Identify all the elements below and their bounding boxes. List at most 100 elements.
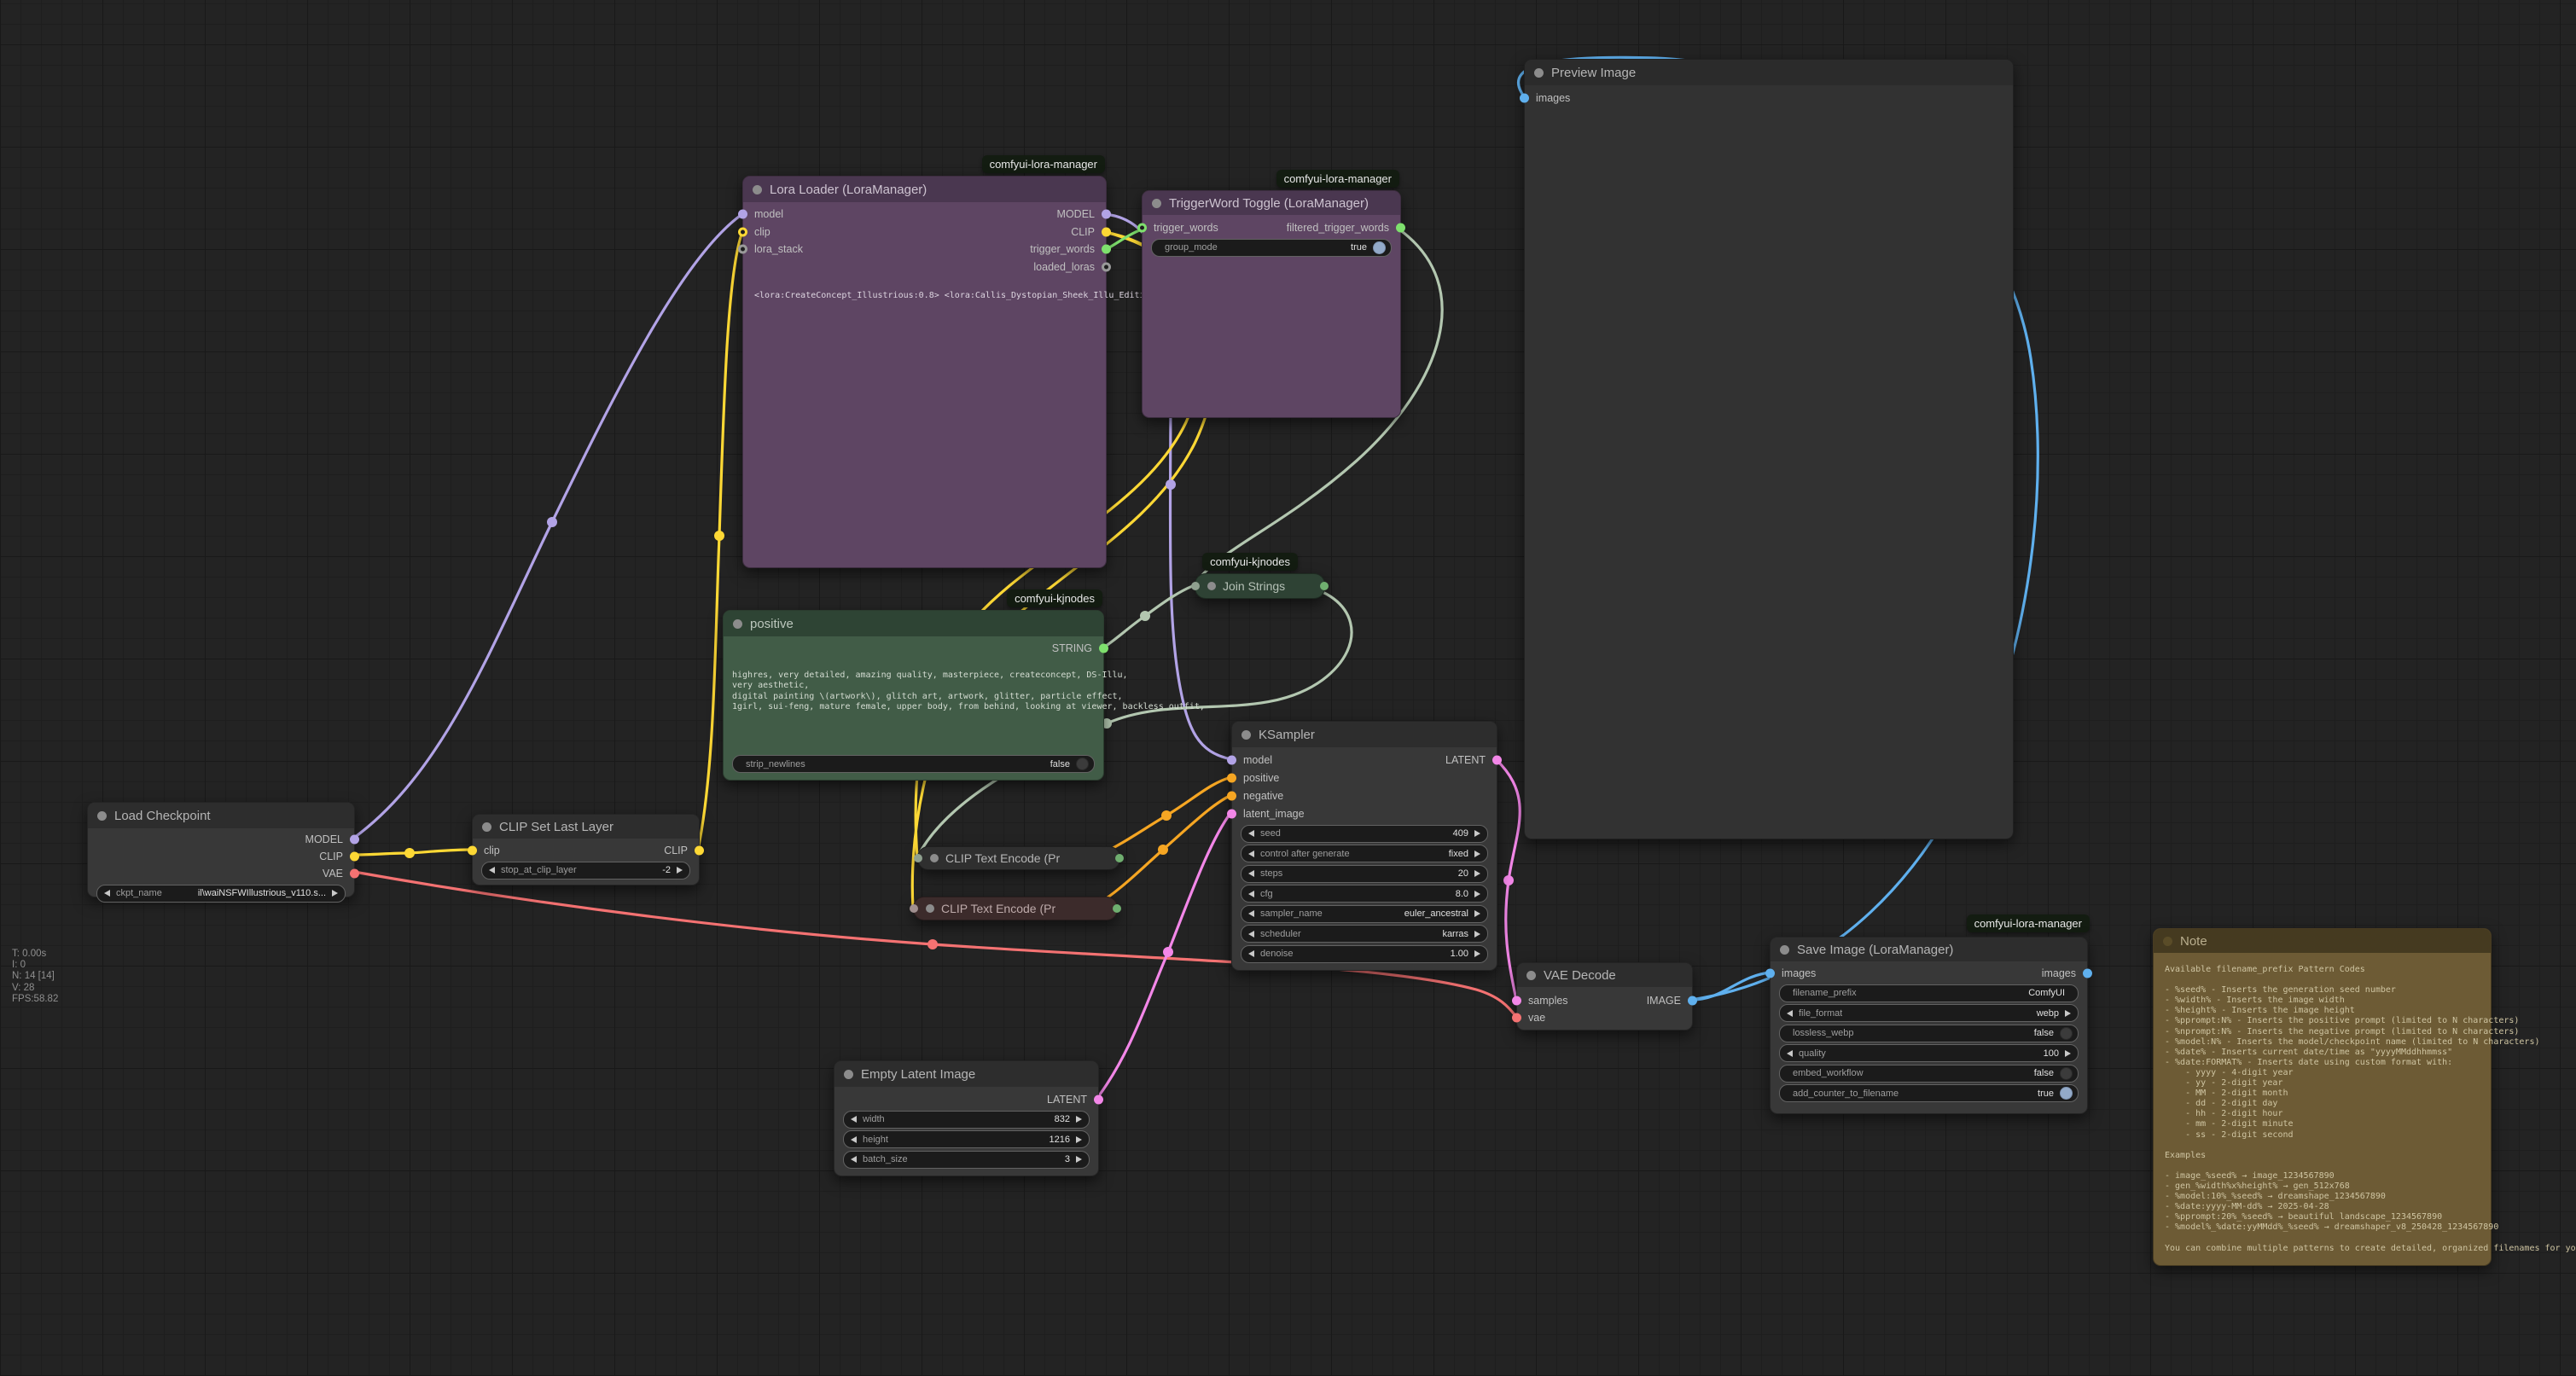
increment-arrow-icon[interactable] (1076, 1156, 1082, 1163)
node-collapse-dot[interactable] (482, 822, 491, 832)
clip-input-port[interactable] (468, 845, 477, 855)
node-collapse-dot[interactable] (1526, 971, 1536, 980)
loaded-loras-output-port[interactable] (1102, 262, 1111, 271)
vae-output-port[interactable] (350, 869, 359, 879)
image-output-port[interactable] (1688, 996, 1697, 1006)
increment-arrow-icon[interactable] (1076, 1116, 1082, 1123)
increment-arrow-icon[interactable] (677, 867, 683, 874)
prompt-text[interactable]: highres, very detailed, amazing quality,… (732, 671, 1205, 713)
strip-newlines-toggle[interactable]: strip_newlines false (732, 755, 1095, 773)
node-collapse-dot[interactable] (97, 811, 107, 821)
node-collapse-dot[interactable] (733, 619, 742, 629)
node-header[interactable]: Preview Image (1525, 60, 2013, 85)
batch-size-widget[interactable]: batch_size3 (843, 1151, 1090, 1169)
increment-arrow-icon[interactable] (1076, 1136, 1082, 1143)
node-triggerword-toggle[interactable]: TriggerWord Toggle (LoraManager) trigger… (1142, 190, 1401, 418)
decrement-arrow-icon[interactable] (1787, 1010, 1793, 1017)
filename-prefix-widget[interactable]: filename_prefixComfyUI (1779, 984, 2079, 1002)
node-preview-image[interactable]: Preview Image images (1524, 59, 2014, 839)
node-header[interactable]: Lora Loader (LoraManager) (743, 177, 1106, 202)
width-widget[interactable]: width832 (843, 1111, 1090, 1129)
node-lora-loader[interactable]: Lora Loader (LoraManager) model clip lor… (742, 176, 1107, 568)
node-collapse-dot[interactable] (1241, 730, 1251, 740)
node-collapse-dot[interactable] (2163, 937, 2172, 946)
latent-output-port[interactable] (1094, 1094, 1103, 1104)
increment-arrow-icon[interactable] (2065, 1010, 2071, 1017)
decrement-arrow-icon[interactable] (1248, 931, 1254, 938)
seed-widget[interactable]: seed409 (1241, 825, 1488, 843)
node-ksampler[interactable]: KSampler model LATENT positive negative … (1231, 721, 1497, 971)
node-collapse-dot[interactable] (1534, 68, 1544, 78)
increment-arrow-icon[interactable] (1474, 891, 1480, 897)
toggle-dot-icon[interactable] (2060, 1027, 2073, 1040)
node-save-image[interactable]: Save Image (LoraManager) images images f… (1770, 937, 2088, 1114)
increment-arrow-icon[interactable] (1474, 910, 1480, 917)
node-positive-prompt[interactable]: positive STRING highres, very detailed, … (723, 610, 1104, 781)
model-output-port[interactable] (1102, 210, 1111, 219)
images-input-port[interactable] (1765, 969, 1775, 978)
node-collapse-dot[interactable] (1152, 199, 1161, 208)
latent-image-input-port[interactable] (1227, 809, 1236, 818)
trigger-words-input-port[interactable] (1137, 223, 1147, 232)
add-counter-toggle[interactable]: add_counter_to_filenametrue (1779, 1084, 2079, 1102)
join-output-port[interactable] (1320, 582, 1329, 590)
group-mode-toggle[interactable]: group_mode true (1151, 239, 1392, 257)
node-vae-decode[interactable]: VAE Decode samples IMAGE vae (1516, 962, 1693, 1031)
model-output-port[interactable] (350, 834, 359, 844)
images-output-port[interactable] (2083, 969, 2092, 978)
clip-output-port[interactable] (1102, 227, 1111, 236)
encode-input-port[interactable] (910, 904, 918, 913)
decrement-arrow-icon[interactable] (1787, 1050, 1793, 1057)
clip-output-port[interactable] (350, 852, 359, 862)
decrement-arrow-icon[interactable] (1248, 910, 1254, 917)
node-header[interactable]: Save Image (LoraManager) (1771, 938, 2087, 961)
increment-arrow-icon[interactable] (1474, 851, 1480, 857)
filtered-trigger-words-output-port[interactable] (1396, 223, 1405, 232)
node-header[interactable]: KSampler (1232, 722, 1497, 747)
node-note[interactable]: Note Available filename_prefix Pattern C… (2153, 928, 2492, 1266)
model-input-port[interactable] (1227, 755, 1236, 764)
node-collapse-dot[interactable] (753, 185, 762, 194)
node-load-checkpoint[interactable]: Load Checkpoint MODEL CLIP VAE ckpt_name… (87, 802, 355, 897)
embed-workflow-toggle[interactable]: embed_workflowfalse (1779, 1065, 2079, 1083)
graph-canvas[interactable]: comfyui-lora-manager comfyui-lora-manage… (0, 0, 2576, 1376)
node-header[interactable]: Note (2154, 929, 2491, 953)
node-collapse-dot[interactable] (1780, 945, 1789, 955)
increment-arrow-icon[interactable] (332, 890, 338, 897)
encode-input-port[interactable] (914, 854, 922, 862)
decrement-arrow-icon[interactable] (1248, 950, 1254, 957)
steps-widget[interactable]: steps20 (1241, 865, 1488, 883)
decrement-arrow-icon[interactable] (489, 867, 495, 874)
node-collapse-dot[interactable] (926, 904, 934, 913)
latent-output-port[interactable] (1492, 755, 1502, 764)
increment-arrow-icon[interactable] (1474, 931, 1480, 938)
images-input-port[interactable] (1520, 93, 1529, 102)
clip-input-port[interactable] (738, 227, 747, 236)
lora-syntax-text[interactable]: <lora:CreateConcept_Illustrious:0.8> <lo… (754, 291, 1181, 300)
decrement-arrow-icon[interactable] (1248, 891, 1254, 897)
vae-input-port[interactable] (1512, 1013, 1521, 1023)
conditioning-output-port[interactable] (1115, 854, 1124, 862)
positive-input-port[interactable] (1227, 773, 1236, 782)
control-after-generate-widget[interactable]: control after generatefixed (1241, 845, 1488, 862)
increment-arrow-icon[interactable] (2065, 1050, 2071, 1057)
decrement-arrow-icon[interactable] (1248, 851, 1254, 857)
decrement-arrow-icon[interactable] (851, 1136, 857, 1143)
increment-arrow-icon[interactable] (1474, 950, 1480, 957)
node-header[interactable]: CLIP Set Last Layer (473, 815, 699, 839)
sampler-name-widget[interactable]: sampler_nameeuler_ancestral (1241, 905, 1488, 923)
string-output-port[interactable] (1099, 643, 1108, 653)
clip-output-port[interactable] (695, 845, 704, 855)
node-header[interactable]: TriggerWord Toggle (LoraManager) (1143, 191, 1400, 215)
decrement-arrow-icon[interactable] (1248, 870, 1254, 877)
ckpt-name-widget[interactable]: ckpt_nameil\waiNSFWIllustrious_v110.s... (96, 885, 346, 903)
stop-at-clip-layer-widget[interactable]: stop_at_clip_layer-2 (481, 862, 690, 880)
file-format-widget[interactable]: file_formatwebp (1779, 1004, 2079, 1022)
join-input-port[interactable] (1191, 582, 1200, 590)
node-collapse-dot[interactable] (1207, 582, 1216, 590)
samples-input-port[interactable] (1512, 996, 1521, 1006)
toggle-dot-icon[interactable] (2060, 1067, 2073, 1080)
toggle-dot-icon[interactable] (1373, 241, 1386, 254)
node-header[interactable]: Empty Latent Image (834, 1061, 1098, 1087)
node-empty-latent-image[interactable]: Empty Latent Image LATENT width832 heigh… (834, 1060, 1099, 1176)
